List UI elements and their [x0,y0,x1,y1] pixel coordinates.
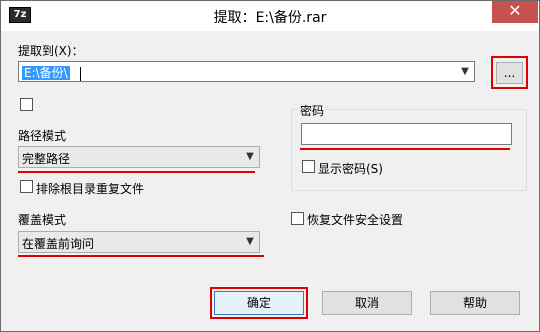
title-bar: 7z 提取：E:\备份.rar ✕ [1,1,539,31]
overwrite-mode-select[interactable]: 在覆盖前询问 ▼ [18,231,260,253]
extract-path-combo[interactable]: E:\备份\ ▼ [18,61,475,82]
show-password-label: 显示密码(S) [318,162,383,176]
annotation-box-ok [210,287,308,319]
password-group [291,109,527,191]
exclude-root-checkbox[interactable] [20,180,33,193]
annotation-underline-path-mode [18,171,255,173]
close-button[interactable]: ✕ [492,1,538,23]
show-password-checkbox[interactable] [302,160,315,173]
exclude-root-label: 排除根目录重复文件 [36,182,145,196]
path-mode-label: 路径模式 [18,129,67,143]
password-group-label: 密码 [298,102,327,119]
restore-security-label: 恢复文件安全设置 [307,213,404,227]
chevron-down-icon[interactable]: ▼ [458,64,472,80]
restore-security-checkbox[interactable] [291,212,304,225]
annotation-underline-password [300,148,510,150]
overwrite-mode-value: 在覆盖前询问 [22,237,95,251]
overwrite-mode-label: 覆盖模式 [18,213,67,227]
unlabeled-checkbox[interactable] [20,98,33,111]
path-mode-value: 完整路径 [22,152,71,166]
help-button[interactable]: 帮助 [430,291,520,315]
chevron-down-icon: ▼ [246,236,254,247]
extract-dialog: 7z 提取：E:\备份.rar ✕ 提取到(X)： E:\备份\ ▼ ... 路… [0,0,540,332]
window-title: 提取：E:\备份.rar [213,10,327,26]
annotation-underline-overwrite-mode [18,255,264,257]
extract-to-label: 提取到(X)： [18,44,84,58]
path-mode-select[interactable]: 完整路径 ▼ [18,146,260,168]
annotation-box-browse [491,56,528,89]
text-cursor [79,66,81,81]
extract-path-value: E:\备份\ [22,66,70,80]
password-input[interactable] [301,123,512,145]
chevron-down-icon: ▼ [246,151,254,162]
cancel-button[interactable]: 取消 [322,291,412,315]
